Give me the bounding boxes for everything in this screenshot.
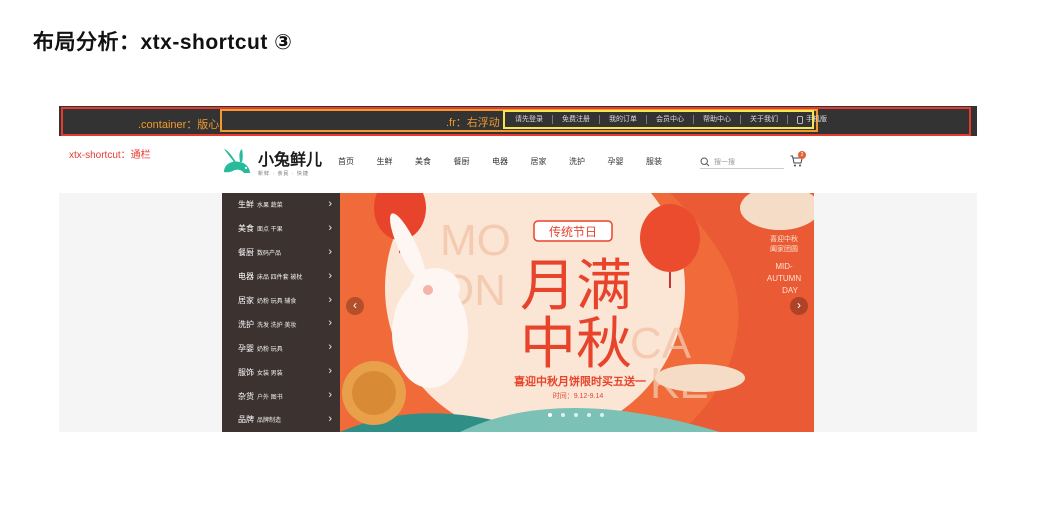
phone-icon (797, 115, 803, 124)
category-subs: 户外 图书 (257, 394, 283, 401)
category-item[interactable]: 生鲜 水果 蔬菜 › (222, 193, 340, 217)
chevron-right-icon: › (328, 317, 332, 330)
category-item[interactable]: 居家 奶粉 玩具 辅食 › (222, 289, 340, 313)
register-link[interactable]: 免费注册 (553, 115, 600, 124)
carousel-dot[interactable] (600, 413, 604, 417)
banner-date: 时间：9.12-9.14 (553, 391, 604, 400)
mobile-link-label: 手机版 (806, 116, 827, 123)
search-input[interactable]: 搜一搜 (700, 155, 784, 169)
category-subs: 水果 蔬菜 (257, 203, 283, 210)
container-annotation: .container：版心 (138, 119, 220, 131)
nav-item-clothing[interactable]: 服装 (646, 156, 685, 167)
mobile-link[interactable]: 手机版 (788, 115, 836, 124)
category-subs: 奶粉 玩具 辅食 (257, 299, 297, 305)
side-en-3: DAY (782, 286, 799, 295)
nav-item-fresh[interactable]: 生鲜 (377, 156, 416, 167)
category-name: 杂货 (238, 391, 254, 401)
carousel-dot[interactable] (574, 413, 578, 417)
chevron-right-icon: › (328, 365, 332, 378)
category-item[interactable]: 品牌 品牌制造 › (222, 408, 340, 432)
main-nav: 首页 生鲜 美食 餐厨 电器 居家 洗护 孕婴 服装 (338, 156, 685, 167)
category-subs: 奶粉 玩具 (257, 346, 283, 353)
chevron-right-icon: › (328, 245, 332, 258)
chevron-right-icon: › (328, 389, 332, 402)
cart-count-badge: 2 (798, 151, 806, 159)
nav-item-home[interactable]: 首页 (338, 156, 377, 167)
banner-artwork: MO ON CA KE 传统节日 月满 中秋 喜迎中秋月饼限时买五送一 时间：9… (340, 193, 814, 432)
nav-item-home-living[interactable]: 居家 (531, 156, 570, 167)
logo-name: 小兔鲜儿 (258, 151, 323, 169)
bg-text-1: MO (440, 216, 511, 265)
category-subs: 床品 四件套 被枕 (257, 275, 303, 282)
category-subs: 女装 男装 (257, 370, 283, 377)
carousel-dot[interactable] (561, 413, 565, 417)
category-sidebar: 生鲜 水果 蔬菜 › 美食 面点 干果 › 餐厨 数码产品 › 电器 床品 四件套 被枕 › 居家 奶粉 … (222, 193, 340, 432)
search-icon (700, 156, 710, 166)
about-link[interactable]: 关于我们 (741, 115, 788, 124)
category-item[interactable]: 杂货 户外 图书 › (222, 384, 340, 408)
category-name: 居家 (238, 296, 254, 305)
chevron-right-icon: › (328, 221, 332, 234)
carousel-indicators (548, 413, 604, 417)
category-item[interactable]: 服饰 女装 男装 › (222, 360, 340, 384)
orders-link[interactable]: 我的订单 (600, 115, 647, 124)
category-subs: 面点 干果 (257, 227, 283, 234)
category-name: 洗护 (238, 319, 254, 329)
category-subs: 洗发 洗护 美妆 (257, 322, 297, 329)
nav-item-appliance[interactable]: 电器 (492, 156, 531, 167)
shortcut-links: 请先登录 免费注册 我的订单 会员中心 帮助中心 关于我们 手机版 (506, 112, 836, 127)
banner-title-line1: 月满 (520, 254, 632, 317)
category-name: 品牌 (238, 415, 254, 425)
fr-annotation: .fr：右浮动 (446, 117, 500, 129)
chevron-right-icon: › (328, 293, 332, 306)
slide-title: 布局分析：xtx-shortcut ③ (33, 31, 293, 54)
cart-button[interactable]: 2 (790, 151, 806, 168)
carousel-banner[interactable]: MO ON CA KE 传统节日 月满 中秋 喜迎中秋月饼限时买五送一 时间：9… (340, 193, 814, 432)
logo[interactable]: 小兔鲜儿 新鲜 · 亲民 · 快捷 (220, 143, 330, 185)
chevron-right-icon: › (328, 269, 332, 282)
side-en-2: AUTUMN (767, 274, 801, 283)
side-en-1: MID- (775, 262, 793, 271)
festival-tag: 传统节日 (549, 224, 597, 239)
category-subs: 品牌制造 (257, 418, 282, 425)
category-item[interactable]: 电器 床品 四件套 被枕 › (222, 265, 340, 289)
site-header: 小兔鲜儿 新鲜 · 亲民 · 快捷 首页 生鲜 美食 餐厨 电器 居家 洗护 孕… (220, 143, 815, 185)
side-cn-2: 阖家团圆 (770, 244, 798, 253)
carousel-dot[interactable] (548, 413, 552, 417)
category-name: 餐厨 (238, 248, 254, 258)
category-item[interactable]: 餐厨 数码产品 › (222, 241, 340, 265)
logo-slogan: 新鲜 · 亲民 · 快捷 (258, 170, 309, 177)
category-name: 美食 (238, 224, 254, 234)
chevron-right-icon: › (328, 198, 332, 210)
chevron-right-icon: › (328, 413, 332, 426)
rabbit-logo-icon (224, 149, 250, 173)
nav-item-food[interactable]: 美食 (415, 156, 454, 167)
carousel-next-button[interactable]: › (790, 297, 808, 315)
category-name: 生鲜 (238, 200, 254, 210)
banner-promo: 喜迎中秋月饼限时买五送一 (514, 374, 646, 388)
nav-item-baby[interactable]: 孕婴 (608, 156, 647, 167)
member-link[interactable]: 会员中心 (647, 115, 694, 124)
nav-item-care[interactable]: 洗护 (569, 156, 608, 167)
category-subs: 数码产品 (257, 251, 282, 258)
category-name: 电器 (238, 272, 254, 282)
category-item[interactable]: 孕婴 奶粉 玩具 › (222, 336, 340, 360)
carousel-dot[interactable] (587, 413, 591, 417)
search-placeholder: 搜一搜 (714, 158, 735, 166)
category-item[interactable]: 美食 面点 干果 › (222, 217, 340, 241)
help-link[interactable]: 帮助中心 (694, 115, 741, 124)
login-link[interactable]: 请先登录 (506, 115, 553, 124)
chevron-right-icon: › (328, 341, 332, 354)
side-cn-1: 喜迎中秋 (770, 234, 798, 243)
category-item[interactable]: 洗护 洗发 洗护 美妆 › (222, 312, 340, 336)
carousel-prev-button[interactable]: ‹ (346, 297, 364, 315)
shortcut-annotation: xtx-shortcut：通栏 (69, 150, 151, 161)
category-name: 服饰 (238, 367, 254, 377)
banner-title-line2: 中秋 (520, 312, 632, 375)
category-name: 孕婴 (238, 343, 254, 353)
nav-item-kitchen[interactable]: 餐厨 (454, 156, 493, 167)
